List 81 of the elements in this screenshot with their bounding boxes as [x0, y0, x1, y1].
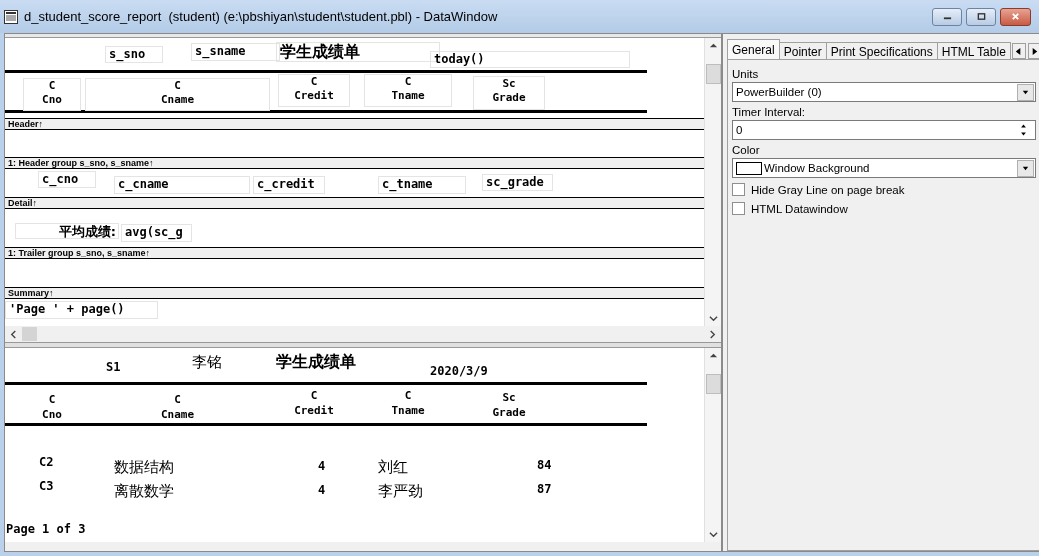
field-control[interactable]: c_tname: [378, 176, 466, 194]
column-heading[interactable]: Sc Grade: [473, 76, 545, 110]
field-label: Color: [732, 144, 761, 158]
close-icon: [1011, 12, 1020, 21]
column-heading: C Tname: [390, 388, 426, 418]
minimize-button[interactable]: [932, 7, 962, 26]
color-swatch: [736, 161, 762, 175]
window-icon: [4, 9, 18, 24]
column-heading[interactable]: C Credit: [278, 74, 350, 107]
column-heading: Sc Grade: [491, 390, 527, 420]
column-heading: C Credit: [293, 388, 335, 418]
scroll-thumb[interactable]: [705, 374, 721, 394]
scroll-thumb[interactable]: [705, 64, 721, 84]
checkbox-label: Hide Gray Line on page break: [751, 183, 905, 196]
checkbox[interactable]: [732, 183, 745, 196]
vertical-scrollbar[interactable]: [704, 38, 721, 326]
maximize-icon: [976, 12, 986, 21]
close-button[interactable]: [1000, 7, 1031, 26]
scroll-down-icon: [708, 314, 718, 323]
field-control[interactable]: c_cno: [38, 171, 96, 188]
table-cell: 刘红: [378, 458, 408, 477]
band-bar[interactable]: 1: Header group s_sno, s_sname↑: [5, 157, 704, 169]
band-bar[interactable]: Header↑: [5, 118, 704, 130]
field-control[interactable]: s_sno: [105, 46, 163, 63]
vertical-scrollbar[interactable]: [704, 348, 721, 542]
table-cell: 李严劲: [378, 482, 423, 501]
tab[interactable]: Print Specifications: [825, 42, 938, 59]
maximize-button[interactable]: [966, 7, 996, 26]
band-bar[interactable]: Summary↑: [5, 287, 704, 299]
dropdown-field[interactable]: Window Background: [732, 158, 1036, 178]
spin-up-icon: [1018, 122, 1028, 130]
column-heading: C Cname: [159, 392, 196, 422]
field-control[interactable]: s_sname: [191, 43, 280, 61]
column-heading: C Cno: [41, 392, 63, 422]
field-control[interactable]: c_credit: [253, 176, 325, 194]
spinner-field[interactable]: 0: [732, 120, 1036, 140]
report-date: 2020/3/9: [430, 364, 488, 378]
field-label: Timer Interval:: [732, 106, 807, 120]
tab-scroll-left-button[interactable]: [1011, 43, 1026, 59]
tab[interactable]: Pointer: [778, 42, 827, 59]
table-cell: 84: [537, 458, 552, 472]
window-title: d_student_score_report (student) (e:\pbshiyan\student\student.pbl) - DataWindow: [24, 9, 499, 24]
column-heading[interactable]: C Cno: [23, 78, 81, 111]
expression-control[interactable]: today(): [430, 51, 630, 68]
table-cell: 4: [318, 483, 326, 497]
triangle-right-icon: [1030, 46, 1039, 56]
band-bar[interactable]: 1: Trailer group s_sno, s_sname↑: [5, 247, 704, 259]
table-cell: 数据结构: [114, 458, 174, 477]
dropdown-button[interactable]: [1016, 159, 1034, 177]
page-number: Page 1 of 3: [6, 522, 86, 536]
band-bar[interactable]: Detail↑: [5, 197, 704, 209]
column-heading[interactable]: C Cname: [85, 78, 270, 111]
tab[interactable]: HTML Table: [936, 42, 1011, 59]
scroll-left-icon: [9, 329, 18, 339]
expression-control[interactable]: avg(sc_g: [121, 224, 192, 242]
table-cell: C2: [39, 455, 54, 469]
scroll-down-icon: [708, 530, 718, 539]
field-label: Units: [732, 68, 760, 82]
scroll-thumb[interactable]: [22, 327, 37, 341]
scroll-up-icon: [708, 41, 718, 50]
tab-scroll-right-button[interactable]: [1027, 43, 1039, 59]
table-cell: 4: [318, 459, 326, 473]
checkbox[interactable]: [732, 202, 745, 215]
column-heading[interactable]: C Tname: [364, 74, 452, 107]
student-name: 李铭: [192, 353, 222, 372]
dropdown-button[interactable]: [1016, 83, 1034, 101]
dropdown-field[interactable]: PowerBuilder (0): [732, 82, 1036, 102]
expression-control[interactable]: 'Page ' + page(): [5, 301, 158, 319]
table-cell: C3: [39, 479, 54, 493]
spin-down-icon: [1018, 130, 1028, 138]
text-label[interactable]: 平均成绩:: [15, 223, 119, 239]
table-cell: 离散数学: [114, 482, 174, 501]
scroll-up-icon: [708, 351, 718, 360]
report-title: 学生成绩单: [276, 352, 356, 373]
tab[interactable]: General: [727, 39, 780, 59]
checkbox-label: HTML Datawindow: [751, 202, 848, 215]
scroll-right-icon: [708, 329, 717, 339]
field-control[interactable]: sc_grade: [482, 174, 553, 191]
table-cell: 87: [537, 482, 552, 496]
field-control[interactable]: c_cname: [114, 176, 250, 194]
student-id: S1: [106, 360, 121, 374]
